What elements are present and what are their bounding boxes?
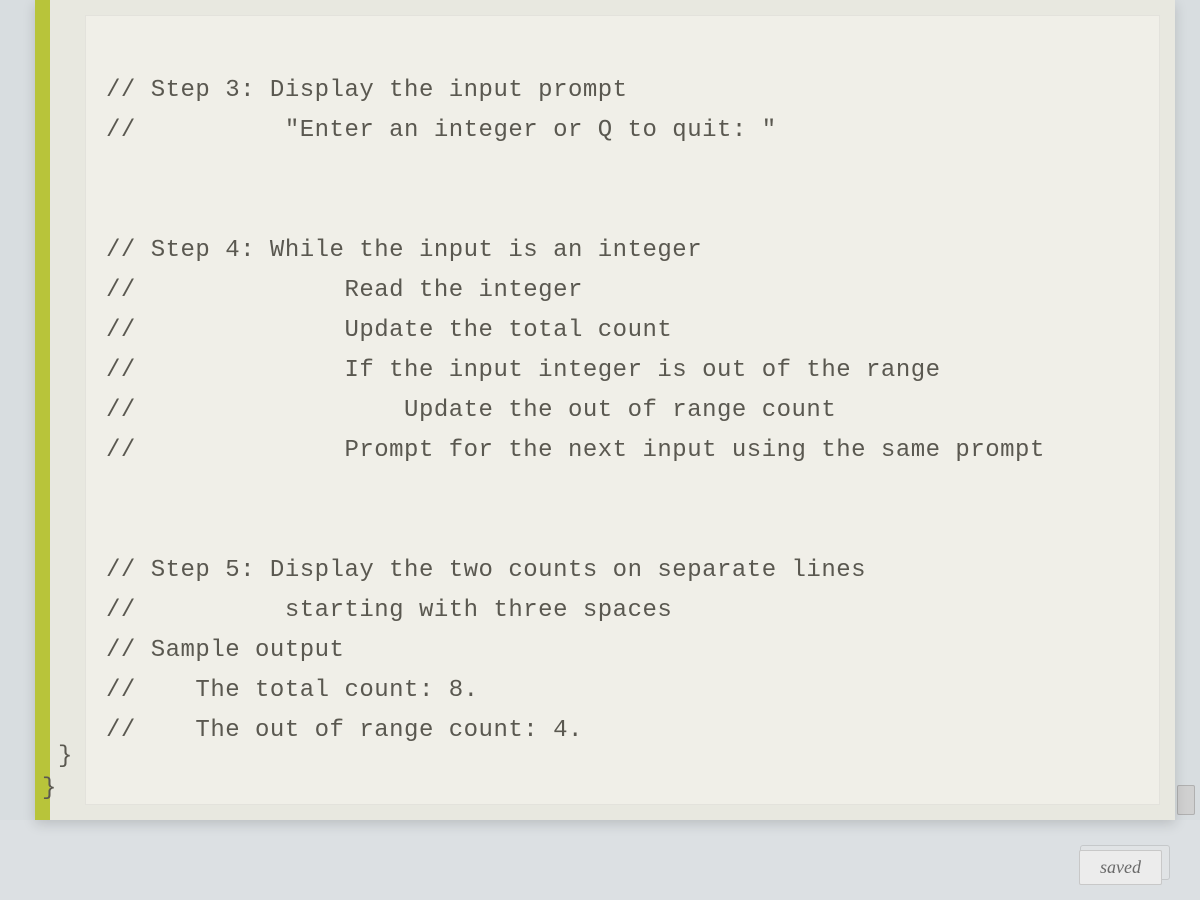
closing-brace-inner: } — [58, 743, 72, 770]
blank-line — [106, 151, 1139, 191]
scrollbar-button[interactable] — [1177, 785, 1195, 815]
blank-line — [106, 191, 1139, 231]
comment-sample-header: // Sample output — [106, 631, 1139, 671]
comment-step4-l2: // Update the total count — [106, 311, 1139, 351]
status-badge-saved: saved — [1079, 850, 1162, 885]
editor-frame: // Step 3: Display the input prompt // "… — [35, 0, 1175, 820]
comment-step3-l1: // "Enter an integer or Q to quit: " — [106, 111, 1139, 151]
comment-sample-out2: // The out of range count: 4. — [106, 711, 1139, 751]
comment-step4-l4: // Update the out of range count — [106, 391, 1139, 431]
blank-line — [106, 471, 1139, 511]
comment-step5-l1: // starting with three spaces — [106, 591, 1139, 631]
blank-line — [106, 511, 1139, 551]
comment-step4-l1: // Read the integer — [106, 271, 1139, 311]
comment-step3-header: // Step 3: Display the input prompt — [106, 71, 1139, 111]
comment-step4-header: // Step 4: While the input is an integer — [106, 231, 1139, 271]
comment-step5-header: // Step 5: Display the two counts on sep… — [106, 551, 1139, 591]
closing-brace-outer: } — [42, 775, 56, 802]
comment-sample-out1: // The total count: 8. — [106, 671, 1139, 711]
editor-footer-area — [0, 820, 1200, 900]
comment-step4-l3: // If the input integer is out of the ra… — [106, 351, 1139, 391]
code-editor-content[interactable]: // Step 3: Display the input prompt // "… — [85, 15, 1160, 805]
comment-step4-l5: // Prompt for the next input using the s… — [106, 431, 1139, 471]
